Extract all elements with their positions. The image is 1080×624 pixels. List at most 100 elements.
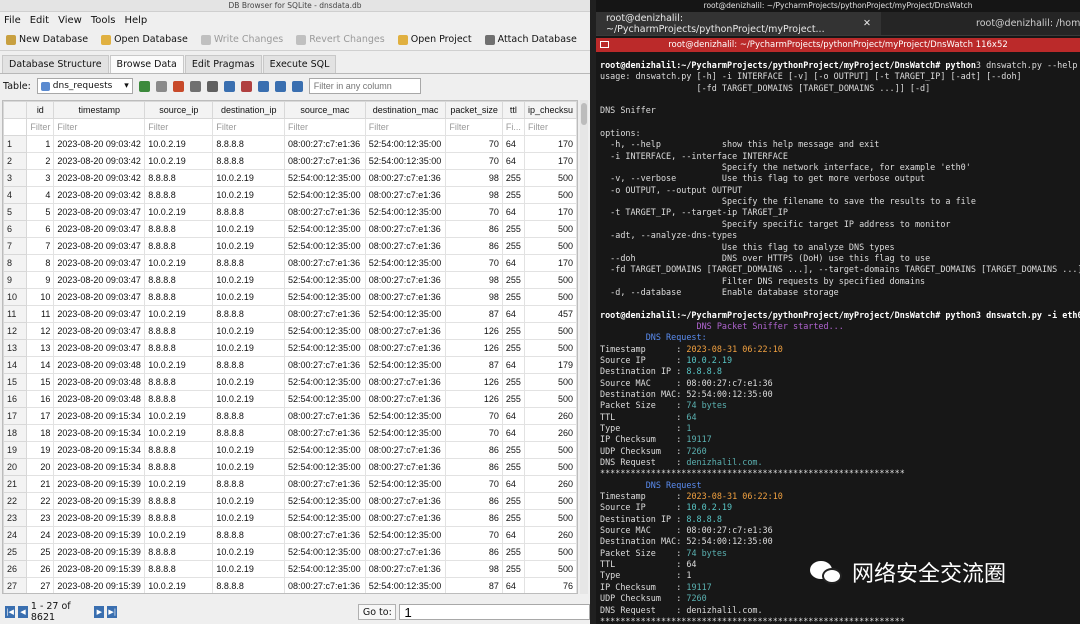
cell-timestamp[interactable]: 2023-08-20 09:03:47 [53,237,146,255]
cell-destination_ip[interactable]: 8.8.8.8 [212,526,286,544]
terminal-tab-1[interactable]: root@denizhalil: ~/PycharmProjects/pytho… [596,12,881,35]
cell-ip_checksu[interactable]: 500 [523,441,577,459]
cell-source_mac[interactable]: 08:00:27:c7:e1:36 [284,526,366,544]
cell-ttl[interactable]: 64 [501,356,525,374]
cell-id[interactable]: 9 [26,271,55,289]
column-filter[interactable]: Fi... [501,118,525,136]
cell-ttl[interactable]: 255 [501,186,525,204]
goto-input[interactable] [399,604,590,620]
cell-packet_size[interactable]: 126 [445,339,503,357]
save-table-icon[interactable] [189,80,201,92]
cell-ttl[interactable]: 64 [501,135,525,153]
menu-edit[interactable]: Edit [30,15,49,26]
cell-destination_ip[interactable]: 10.0.2.19 [212,458,286,476]
cell-source_ip[interactable]: 8.8.8.8 [144,560,214,578]
cell-destination_mac[interactable]: 08:00:27:c7:e1:36 [364,186,447,204]
cell-destination_ip[interactable]: 10.0.2.19 [212,322,286,340]
cell-source_mac[interactable]: 08:00:27:c7:e1:36 [284,305,366,323]
cell-ttl[interactable]: 255 [501,339,525,357]
cell-destination_ip[interactable]: 8.8.8.8 [212,305,286,323]
cell-packet_size[interactable]: 86 [445,441,503,459]
cell-ip_checksu[interactable]: 457 [523,305,577,323]
cell-source_ip[interactable]: 8.8.8.8 [144,237,214,255]
table-row[interactable]: 7 7 2023-08-20 09:03:47 8.8.8.8 10.0.2.19 52:… [3,237,577,255]
row-header[interactable]: 11 [3,305,28,323]
cell-source_ip[interactable]: 8.8.8.8 [144,509,214,527]
table-row[interactable]: 22 22 2023-08-20 09:15:39 8.8.8.8 10.0.2.19 5… [3,492,577,510]
table-row[interactable]: 3 3 2023-08-20 09:03:42 8.8.8.8 10.0.2.19 52:… [3,169,577,187]
cell-source_ip[interactable]: 10.0.2.19 [144,152,214,170]
cell-ip_checksu[interactable]: 260 [523,526,577,544]
row-header[interactable]: 3 [3,169,28,187]
filter-input[interactable] [308,78,421,94]
cell-source_ip[interactable]: 8.8.8.8 [144,492,214,510]
cell-destination_mac[interactable]: 08:00:27:c7:e1:36 [364,169,447,187]
cell-source_mac[interactable]: 52:54:00:12:35:00 [284,339,366,357]
cell-destination_mac[interactable]: 08:00:27:c7:e1:36 [364,373,447,391]
toolbar-button-open-project[interactable]: Open Project [397,34,472,45]
cell-destination_mac[interactable]: 52:54:00:12:35:00 [364,407,447,425]
cell-destination_ip[interactable]: 10.0.2.19 [212,186,286,204]
cell-source_ip[interactable]: 10.0.2.19 [144,577,214,593]
cell-id[interactable]: 15 [26,373,55,391]
cell-id[interactable]: 7 [26,237,55,255]
cell-timestamp[interactable]: 2023-08-20 09:03:47 [53,254,146,272]
cell-id[interactable]: 20 [26,458,55,476]
cell-packet_size[interactable]: 126 [445,373,503,391]
cell-ttl[interactable]: 255 [501,271,525,289]
cell-ip_checksu[interactable]: 500 [523,373,577,391]
cell-destination_ip[interactable]: 8.8.8.8 [212,356,286,374]
cell-timestamp[interactable]: 2023-08-20 09:03:47 [53,220,146,238]
cell-destination_mac[interactable]: 52:54:00:12:35:00 [364,356,447,374]
cell-id[interactable]: 17 [26,407,55,425]
column-header-packet_size[interactable]: packet_size [445,101,503,119]
cell-source_ip[interactable]: 8.8.8.8 [144,322,214,340]
find-replace-icon[interactable] [274,80,286,92]
cell-ip_checksu[interactable]: 500 [523,271,577,289]
table-row[interactable]: 23 23 2023-08-20 09:15:39 8.8.8.8 10.0.2.19 5… [3,509,577,527]
cell-packet_size[interactable]: 70 [445,526,503,544]
column-header-source_mac[interactable]: source_mac [284,101,366,119]
cell-id[interactable]: 24 [26,526,55,544]
cell-packet_size[interactable]: 70 [445,135,503,153]
cell-destination_ip[interactable]: 10.0.2.19 [212,237,286,255]
cell-ip_checksu[interactable]: 500 [523,509,577,527]
cell-ip_checksu[interactable]: 170 [523,135,577,153]
cell-ip_checksu[interactable]: 500 [523,458,577,476]
row-header[interactable]: 6 [3,220,28,238]
find-icon[interactable] [257,80,269,92]
cell-destination_mac[interactable]: 08:00:27:c7:e1:36 [364,543,447,561]
cell-timestamp[interactable]: 2023-08-20 09:03:42 [53,169,146,187]
column-header-source_ip[interactable]: source_ip [144,101,214,119]
toolbar-button-new-database[interactable]: New Database [6,34,88,45]
cell-id[interactable]: 18 [26,424,55,442]
cell-destination_ip[interactable]: 10.0.2.19 [212,288,286,306]
cell-ttl[interactable]: 255 [501,543,525,561]
cell-ttl[interactable]: 255 [501,390,525,408]
cell-destination_mac[interactable]: 08:00:27:c7:e1:36 [364,322,447,340]
cell-ttl[interactable]: 64 [501,203,525,221]
cell-timestamp[interactable]: 2023-08-20 09:03:47 [53,271,146,289]
cell-timestamp[interactable]: 2023-08-20 09:15:39 [53,543,146,561]
row-header[interactable]: 10 [3,288,28,306]
cell-source_ip[interactable]: 8.8.8.8 [144,220,214,238]
terminal-tab-2[interactable]: root@denizhalil: /home/ [881,12,1080,35]
cell-id[interactable]: 8 [26,254,55,272]
cell-ip_checksu[interactable]: 500 [523,560,577,578]
cell-source_ip[interactable]: 8.8.8.8 [144,186,214,204]
cell-source_ip[interactable]: 10.0.2.19 [144,356,214,374]
cell-ttl[interactable]: 255 [501,560,525,578]
cell-source_mac[interactable]: 52:54:00:12:35:00 [284,220,366,238]
cell-timestamp[interactable]: 2023-08-20 09:15:34 [53,458,146,476]
cell-source_mac[interactable]: 52:54:00:12:35:00 [284,288,366,306]
cell-source_mac[interactable]: 52:54:00:12:35:00 [284,322,366,340]
cell-destination_mac[interactable]: 08:00:27:c7:e1:36 [364,560,447,578]
table-row[interactable]: 15 15 2023-08-20 09:03:48 8.8.8.8 10.0.2.19 5… [3,373,577,391]
cell-destination_mac[interactable]: 52:54:00:12:35:00 [364,526,447,544]
cell-destination_ip[interactable]: 8.8.8.8 [212,135,286,153]
cell-ip_checksu[interactable]: 500 [523,492,577,510]
cell-source_mac[interactable]: 08:00:27:c7:e1:36 [284,407,366,425]
cell-timestamp[interactable]: 2023-08-20 09:15:39 [53,492,146,510]
row-header[interactable]: 9 [3,271,28,289]
cell-destination_mac[interactable]: 08:00:27:c7:e1:36 [364,271,447,289]
